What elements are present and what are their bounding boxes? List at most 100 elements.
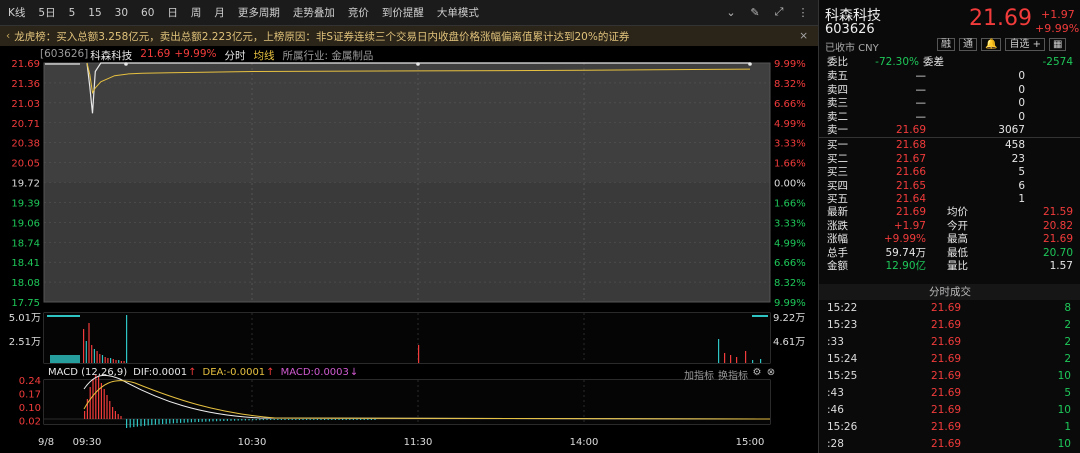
- bid-row[interactable]: 买三 21.66 5: [819, 166, 1080, 180]
- macd-histogram-bar: [266, 419, 268, 421]
- macd-tick-label: 0.24: [19, 376, 41, 387]
- volume-bar: [118, 360, 120, 363]
- volume-tick-label-right: 9.22万: [773, 313, 805, 324]
- settings-icon[interactable]: ⚙: [752, 367, 762, 378]
- bid-row[interactable]: 买五 21.64 1: [819, 193, 1080, 207]
- macd-histogram-bar: [241, 419, 243, 421]
- expand-icon[interactable]: ⤢: [772, 5, 786, 19]
- tick-price: 21.69: [931, 302, 962, 314]
- auction-volume-bar: [47, 315, 80, 317]
- macd-histogram-bar: [136, 419, 138, 427]
- ask-row[interactable]: 卖一 21.69 3067: [819, 124, 1080, 138]
- close-icon[interactable]: ⊗: [766, 367, 776, 378]
- book-label: 卖二: [827, 110, 848, 123]
- book-price: —: [915, 70, 927, 82]
- price-tick-label: 20.38: [11, 139, 40, 150]
- overlay-menu[interactable]: 走势叠加: [293, 5, 335, 20]
- book-volume: 6: [1018, 179, 1025, 192]
- volume-bar: [115, 360, 117, 363]
- tick-volume: 2: [1064, 336, 1071, 348]
- volume-tick-label: 2.51万: [9, 337, 41, 348]
- macd-histogram-bar: [288, 419, 290, 420]
- draw-tool-icon[interactable]: ✎: [748, 5, 762, 19]
- macd-histogram-bar: [331, 419, 333, 420]
- volume-bar: [93, 349, 95, 363]
- tick-price: 21.69: [931, 438, 962, 450]
- collapse-icon[interactable]: ‹: [6, 30, 10, 42]
- tab-5min[interactable]: 5: [69, 7, 76, 19]
- macd-histogram-bar: [327, 419, 329, 420]
- chevron-down-icon[interactable]: ⌄: [724, 5, 738, 19]
- tab-day[interactable]: 日: [167, 5, 178, 20]
- macd-dif: DIF:0.0001: [133, 367, 188, 378]
- ask-row[interactable]: 卖二 — 0: [819, 111, 1080, 125]
- connect-tag[interactable]: 通: [959, 38, 977, 51]
- ask-row[interactable]: 卖五 — 0: [819, 70, 1080, 84]
- book-price: 21.67: [895, 152, 926, 165]
- volume-bar: [83, 329, 85, 363]
- volume-bar: [123, 361, 125, 363]
- more-icon[interactable]: ⋮: [796, 5, 810, 19]
- ask-row[interactable]: 卖四 — 0: [819, 84, 1080, 98]
- volume-bar: [730, 355, 732, 363]
- stat-label: 金额: [827, 260, 848, 273]
- book-label: 卖一: [827, 124, 848, 137]
- stat-row: 最新 21.69 均价 21.59: [819, 206, 1080, 220]
- volume-bar: [752, 360, 754, 363]
- price-tick-label: 20.71: [11, 119, 40, 130]
- close-icon[interactable]: ×: [799, 30, 808, 42]
- tab-60min[interactable]: 60: [141, 7, 154, 19]
- macd-histogram-bar: [112, 407, 114, 419]
- tab-15min[interactable]: 15: [88, 7, 101, 19]
- order-ratio-label: 委比: [827, 56, 848, 68]
- macd-histogram-bar: [248, 419, 250, 421]
- book-volume: 3067: [998, 124, 1025, 137]
- stock-tags: 融 通 🔔 自选 + ▦: [937, 38, 1067, 51]
- book-price: 21.65: [895, 179, 926, 192]
- price-alert-button[interactable]: 到价提醒: [382, 5, 424, 20]
- bid-row[interactable]: 买二 21.67 23: [819, 153, 1080, 167]
- grid-icon[interactable]: ▦: [1049, 38, 1067, 51]
- macd-histogram-bar: [223, 419, 225, 422]
- add-watchlist-button[interactable]: 自选 +: [1005, 38, 1046, 51]
- switch-indicator-link[interactable]: 换指标: [718, 367, 748, 382]
- macd-histogram-bar: [270, 419, 272, 420]
- tab-week[interactable]: 周: [191, 5, 202, 20]
- macd-histogram-bar: [259, 419, 261, 421]
- bell-icon[interactable]: 🔔: [981, 38, 1002, 51]
- bid-row[interactable]: 买一 21.68 458: [819, 139, 1080, 153]
- volume-bar: [104, 357, 106, 363]
- tick-volume: 10: [1057, 438, 1071, 450]
- stat-label2: 今开: [947, 219, 968, 232]
- time-tick-label: 14:00: [570, 437, 599, 448]
- tab-kline[interactable]: K线: [8, 5, 25, 20]
- tab-5day[interactable]: 5日: [38, 5, 55, 20]
- tab-month[interactable]: 月: [214, 5, 225, 20]
- book-volume: 0: [1018, 83, 1025, 96]
- stat-label: 涨跌: [827, 219, 848, 232]
- book-price: 21.68: [895, 139, 926, 151]
- price-tick-label: 21.36: [11, 79, 40, 90]
- macd-histogram-bar: [252, 419, 254, 421]
- macd-histogram-bar: [198, 419, 200, 422]
- volume-bar: [91, 345, 93, 363]
- macd-histogram-bar: [352, 419, 354, 420]
- tab-30min[interactable]: 30: [115, 7, 128, 19]
- margin-tag[interactable]: 融: [937, 38, 955, 51]
- macd-tick-label: 0.17: [19, 390, 41, 401]
- macd-histogram-bar: [176, 419, 178, 424]
- tick-price: 21.69: [931, 421, 962, 433]
- price-tick-label: 20.05: [11, 159, 40, 170]
- add-indicator-link[interactable]: 加指标: [684, 367, 714, 382]
- tick-row: 15:22 21.69 8: [819, 300, 1080, 317]
- bid-row[interactable]: 买四 21.65 6: [819, 180, 1080, 194]
- macd-histogram-bar: [208, 419, 210, 422]
- macd-histogram-bar: [205, 419, 207, 422]
- macd-histogram-bar: [100, 383, 102, 419]
- volume-panel-bg: [44, 313, 770, 363]
- ask-row[interactable]: 卖三 — 0: [819, 97, 1080, 111]
- auction-menu[interactable]: 竞价: [348, 5, 369, 20]
- volume-bar: [745, 351, 747, 363]
- more-periods-menu[interactable]: 更多周期: [238, 5, 280, 20]
- big-order-mode-menu[interactable]: 大单模式: [437, 5, 479, 20]
